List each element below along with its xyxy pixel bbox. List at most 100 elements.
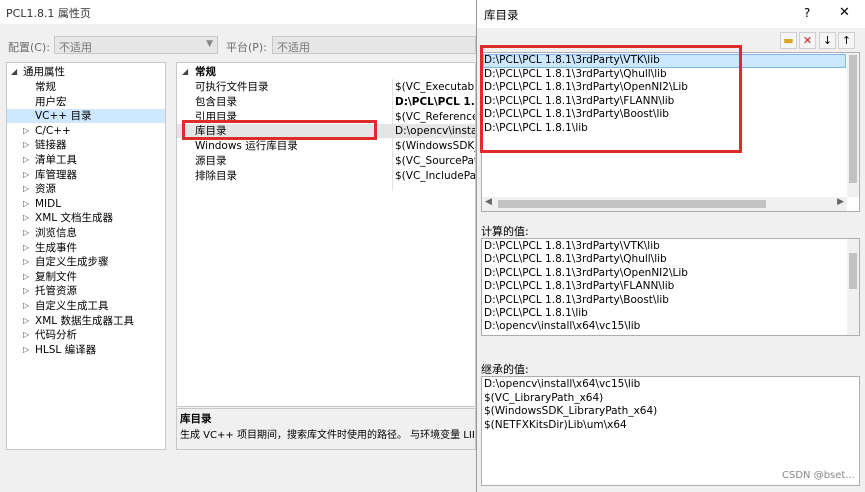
property-row[interactable]: 源目录 $(VC_SourcePath); bbox=[177, 154, 475, 168]
chevron-down-icon: ▼ bbox=[206, 39, 213, 49]
property-row[interactable]: 排除目录 $(VC_IncludePath);$(WindowsSDK_Inclu… bbox=[177, 169, 475, 183]
computed-list-item: D:\PCL\PCL 1.8.1\3rdParty\Boost\lib bbox=[484, 293, 669, 306]
tree-root-common-properties[interactable]: ◢ 通用属性 bbox=[7, 65, 165, 79]
collapsed-arrow-icon[interactable]: ▷ bbox=[23, 138, 29, 152]
computed-list-item: D:\opencv\install\x64\vc15\lib bbox=[484, 320, 641, 333]
collapsed-arrow-icon[interactable]: ▷ bbox=[23, 314, 29, 328]
tree-item[interactable]: ▷ 代码分析 bbox=[7, 328, 165, 342]
computed-list-vscroll[interactable] bbox=[847, 239, 859, 335]
tree-item[interactable]: ▷ 链接器 bbox=[7, 138, 165, 152]
tree-item[interactable]: ▷ 资源 bbox=[7, 182, 165, 196]
tree-item[interactable]: ▷ 自定义生成步骤 bbox=[7, 255, 165, 269]
property-name: 排除目录 bbox=[195, 169, 237, 182]
platform-select[interactable]: 不适用 bbox=[272, 36, 476, 54]
tree-item[interactable]: 常规 bbox=[7, 80, 165, 94]
scroll-left-icon[interactable]: ◀ bbox=[485, 197, 492, 207]
close-button[interactable]: ✕ bbox=[839, 5, 850, 20]
move-up-button[interactable]: ↑ bbox=[838, 32, 855, 49]
main-titlebar: PCL1.8.1 属性页 bbox=[0, 0, 480, 24]
inherited-list-item: $(NETFXKitsDir)Lib\um\x64 bbox=[484, 418, 627, 431]
tree-item[interactable]: ▷ C/C++ bbox=[7, 124, 165, 138]
config-value: 不适用 bbox=[59, 41, 92, 54]
edit-list-hscroll[interactable]: ◀ ▶ bbox=[482, 197, 847, 211]
property-value: $(VC_ReferencesPath_x64); bbox=[395, 110, 475, 123]
tree-item-label: XML 数据生成器工具 bbox=[35, 314, 134, 327]
collapsed-arrow-icon[interactable]: ▷ bbox=[23, 299, 29, 313]
collapsed-arrow-icon[interactable]: ▷ bbox=[23, 168, 29, 182]
collapsed-arrow-icon[interactable]: ▷ bbox=[23, 284, 29, 298]
new-line-button[interactable]: ▬ bbox=[780, 32, 797, 49]
tree-item[interactable]: ▷ XML 文档生成器 bbox=[7, 211, 165, 225]
tree-item[interactable]: ▷ XML 数据生成器工具 bbox=[7, 314, 165, 328]
tree-item-label: 资源 bbox=[35, 183, 56, 196]
tree-item[interactable]: ▷ 自定义生成工具 bbox=[7, 299, 165, 313]
delete-button[interactable]: ✕ bbox=[799, 32, 816, 49]
property-name: 包含目录 bbox=[195, 95, 237, 108]
vscroll-thumb[interactable] bbox=[849, 55, 857, 183]
tree-item[interactable]: 用户宏 bbox=[7, 95, 165, 109]
tree-root-label: 通用属性 bbox=[23, 66, 65, 78]
collapsed-arrow-icon[interactable]: ▷ bbox=[23, 182, 29, 196]
property-value: $(VC_ExecutablePath_x64);$(WindowsSDK_Ex… bbox=[395, 81, 475, 93]
computed-list-item: D:\PCL\PCL 1.8.1\lib bbox=[484, 307, 588, 319]
collapsed-arrow-icon[interactable]: ▷ bbox=[23, 124, 29, 138]
tree-item[interactable]: ▷ 清单工具 bbox=[7, 153, 165, 167]
collapsed-arrow-icon[interactable]: ▷ bbox=[23, 153, 29, 167]
property-row[interactable]: 包含目录 D:\PCL\PCL 1.8.1\include bbox=[177, 95, 475, 109]
edit-list-vscroll[interactable] bbox=[847, 53, 859, 197]
platform-value: 不适用 bbox=[277, 41, 310, 54]
config-select[interactable]: 不适用 ▼ bbox=[54, 36, 218, 54]
collapsed-arrow-icon[interactable]: ▷ bbox=[23, 328, 29, 342]
computed-list-item: D:\PCL\PCL 1.8.1\3rdParty\OpenNI2\Lib bbox=[484, 266, 688, 279]
collapsed-arrow-icon[interactable]: ▷ bbox=[23, 270, 29, 284]
property-name: 源目录 bbox=[195, 155, 227, 167]
tree-item-label: 复制文件 bbox=[35, 270, 77, 283]
tree-item[interactable]: ▷ 库管理器 bbox=[7, 168, 165, 182]
tree-item-label: 清单工具 bbox=[35, 154, 77, 166]
grid-section-label: 常规 bbox=[195, 66, 216, 78]
description-pane: 库目录 生成 VC++ 项目期间，搜索库文件时使用的路径。 与环境变量 LIB … bbox=[176, 408, 476, 450]
tree-item[interactable]: ▷ MIDL bbox=[7, 197, 165, 211]
window-title: PCL1.8.1 属性页 bbox=[6, 7, 91, 20]
help-button[interactable]: ? bbox=[804, 6, 810, 20]
column-divider[interactable] bbox=[392, 79, 393, 191]
property-value: D:\PCL\PCL 1.8.1\include bbox=[395, 95, 475, 108]
tree-item[interactable]: ▷ 托管资源 bbox=[7, 284, 165, 298]
property-tree: ◢ 通用属性 常规 用户宏 VC++ 目录 ▷ C/C++ ▷ 链接器 ▷ 清单工具 ▷ 库管理器 ▷… bbox=[6, 62, 166, 450]
inherited-list-item: $(WindowsSDK_LibraryPath_x64) bbox=[484, 405, 658, 418]
tree-item-label: 代码分析 bbox=[35, 329, 77, 342]
collapsed-arrow-icon[interactable]: ▷ bbox=[23, 211, 29, 225]
tree-item[interactable]: VC++ 目录 bbox=[7, 109, 165, 124]
property-value[interactable]: D:\opencv\install\x64\vc15\lib bbox=[395, 124, 475, 138]
dialog-title: 库目录 bbox=[484, 8, 519, 22]
collapsed-arrow-icon[interactable]: ▷ bbox=[23, 226, 29, 240]
tree-item[interactable]: ▷ HLSL 编译器 bbox=[7, 343, 165, 357]
grid-section-header[interactable]: ◢ 常规 bbox=[177, 65, 475, 79]
collapsed-arrow-icon[interactable]: ▷ bbox=[23, 241, 29, 255]
tree-item[interactable]: ▷ 浏览信息 bbox=[7, 226, 165, 240]
scroll-right-icon[interactable]: ▶ bbox=[837, 197, 844, 207]
hscroll-thumb[interactable] bbox=[498, 200, 766, 208]
computed-values-list: D:\PCL\PCL 1.8.1\3rdParty\VTK\lib D:\PCL\… bbox=[481, 238, 860, 336]
move-down-button[interactable]: ↓ bbox=[819, 32, 836, 49]
inherited-values-label: 继承的值: bbox=[481, 363, 529, 376]
description-title: 库目录 bbox=[180, 413, 212, 425]
library-directories-dialog: 库目录 ? ✕ ▬ ✕ ↓ ↑ D:\PCL\PCL 1.8.1\3rdPart… bbox=[476, 0, 865, 492]
inherited-list-item: D:\opencv\install\x64\vc15\lib bbox=[484, 378, 641, 390]
property-value: $(VC_SourcePath); bbox=[395, 155, 475, 167]
vscroll-thumb[interactable] bbox=[849, 253, 857, 289]
property-value: $(WindowsSDK_MetadataPath); bbox=[395, 140, 476, 153]
tree-item[interactable]: ▷ 生成事件 bbox=[7, 241, 165, 255]
arrow-up-icon: ↑ bbox=[841, 34, 852, 47]
collapsed-arrow-icon[interactable]: ▷ bbox=[23, 255, 29, 269]
property-name: Windows 运行库目录 bbox=[195, 140, 298, 153]
property-row[interactable]: 可执行文件目录 $(VC_ExecutablePath_x64);$(Window… bbox=[177, 80, 475, 94]
tree-item-label: VC++ 目录 bbox=[35, 110, 92, 123]
property-grid: ◢ 常规 可执行文件目录 $(VC_ExecutablePath_x64);$(W… bbox=[176, 62, 476, 407]
collapsed-arrow-icon[interactable]: ▷ bbox=[23, 197, 29, 211]
collapsed-arrow-icon[interactable]: ▷ bbox=[23, 343, 29, 357]
folder-icon: ▬ bbox=[783, 34, 794, 47]
tree-item[interactable]: ▷ 复制文件 bbox=[7, 270, 165, 284]
computed-values-label: 计算的值: bbox=[481, 225, 529, 238]
property-row[interactable]: Windows 运行库目录 $(WindowsSDK_MetadataPath); bbox=[177, 139, 476, 153]
